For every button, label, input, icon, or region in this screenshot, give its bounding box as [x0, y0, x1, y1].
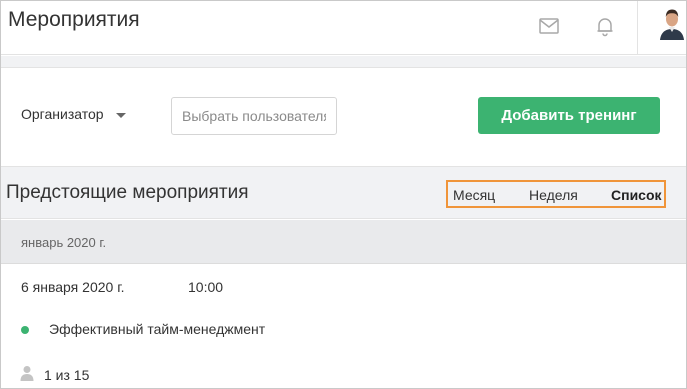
view-switcher: Месяц Неделя Список [446, 180, 666, 208]
organizer-label: Организатор [21, 106, 104, 122]
header-divider [637, 1, 638, 55]
month-group-header: январь 2020 г. [1, 220, 686, 264]
tab-list[interactable]: Список [611, 187, 662, 203]
bell-icon[interactable] [593, 14, 617, 38]
toolbar-strip [1, 56, 686, 68]
section-title: Предстоящие мероприятия [6, 182, 249, 203]
event-time: 10:00 [188, 279, 224, 295]
app-window: Мероприятия Организатор Добавить тренинг [0, 0, 687, 389]
month-label: январь 2020 г. [21, 235, 107, 250]
tab-week[interactable]: Неделя [529, 187, 578, 203]
tab-month[interactable]: Месяц [453, 187, 495, 203]
seats-count: 1 из 15 [44, 367, 90, 383]
organizer-dropdown[interactable]: Организатор [21, 106, 126, 122]
event-title-link[interactable]: Эффективный тайм-менеджмент [49, 321, 265, 337]
page-title: Мероприятия [8, 8, 140, 31]
user-select-input[interactable] [171, 97, 337, 135]
add-training-button[interactable]: Добавить тренинг [478, 97, 660, 134]
filter-bar: Организатор Добавить тренинг [1, 69, 686, 165]
event-date: 6 января 2020 г. [21, 279, 125, 295]
top-header: Мероприятия [1, 1, 686, 55]
status-dot [21, 326, 29, 334]
caret-down-icon [115, 112, 126, 118]
upcoming-events-header: Предстоящие мероприятия Месяц Неделя Спи… [1, 166, 686, 219]
person-icon [20, 366, 34, 381]
avatar[interactable] [659, 6, 685, 40]
mail-icon[interactable] [537, 14, 561, 38]
